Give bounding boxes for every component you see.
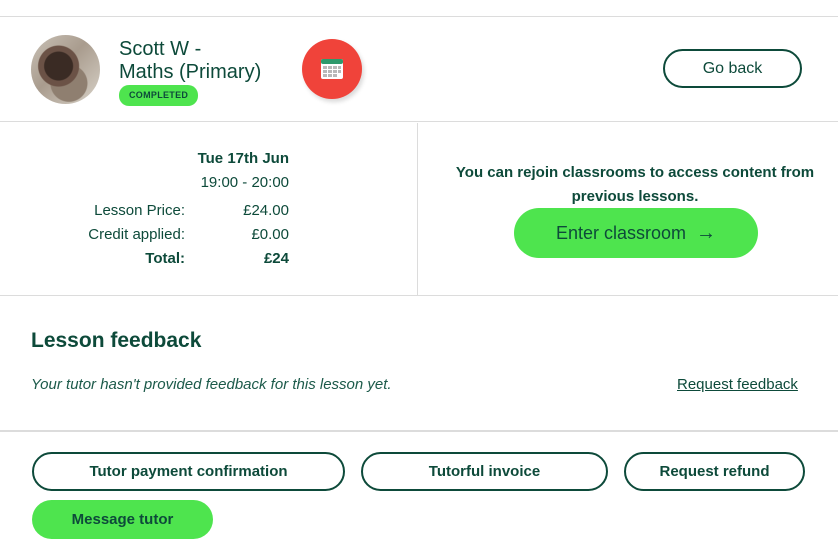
lesson-details: Tue 17th Jun 19:00 - 20:00 Lesson Price:… bbox=[0, 123, 418, 295]
calendar-icon bbox=[321, 59, 343, 79]
tutor-avatar bbox=[31, 35, 100, 104]
tutor-name: Scott W - Maths (Primary) bbox=[119, 38, 261, 84]
rejoin-message: You can rejoin classrooms to access cont… bbox=[455, 164, 815, 205]
total-value: £24 bbox=[263, 250, 289, 267]
feedback-title: Lesson feedback bbox=[31, 329, 202, 352]
calendar-badge bbox=[302, 39, 362, 99]
arrow-right-icon: → bbox=[696, 222, 717, 244]
message-tutor-button[interactable]: Message tutor bbox=[32, 500, 213, 539]
classroom-panel: You can rejoin classrooms to access cont… bbox=[419, 123, 838, 295]
go-back-button[interactable]: Go back bbox=[663, 49, 802, 88]
request-refund-button[interactable]: Request refund bbox=[624, 452, 805, 491]
feedback-message: Your tutor hasn't provided feedback for … bbox=[31, 376, 392, 393]
enter-classroom-button[interactable]: Enter classroom → bbox=[514, 208, 758, 258]
credit-label: Credit applied: bbox=[88, 226, 185, 243]
enter-classroom-label: Enter classroom bbox=[555, 223, 687, 243]
feedback-divider bbox=[0, 430, 838, 432]
status-badge: COMPLETED bbox=[119, 85, 199, 106]
tutor-payment-confirmation-button[interactable]: Tutor payment confirmation bbox=[32, 452, 345, 491]
request-feedback-link[interactable]: Request feedback bbox=[677, 376, 798, 393]
tutor-subject: Maths (Primary) bbox=[119, 61, 262, 83]
section-divider bbox=[0, 295, 838, 296]
tutorful-invoice-button[interactable]: Tutorful invoice bbox=[361, 452, 608, 491]
lesson-date: Tue 17th Jun bbox=[197, 150, 289, 167]
lesson-time: 19:00 - 20:00 bbox=[200, 174, 289, 191]
total-label: Total: bbox=[145, 250, 185, 267]
price-value: £24.00 bbox=[243, 202, 289, 219]
credit-value: £0.00 bbox=[251, 226, 289, 243]
tutor-name-line1: Scott W - bbox=[119, 38, 202, 60]
price-label: Lesson Price: bbox=[94, 202, 185, 219]
lesson-header: Scott W - Maths (Primary) COMPLETED Go b… bbox=[0, 17, 838, 122]
